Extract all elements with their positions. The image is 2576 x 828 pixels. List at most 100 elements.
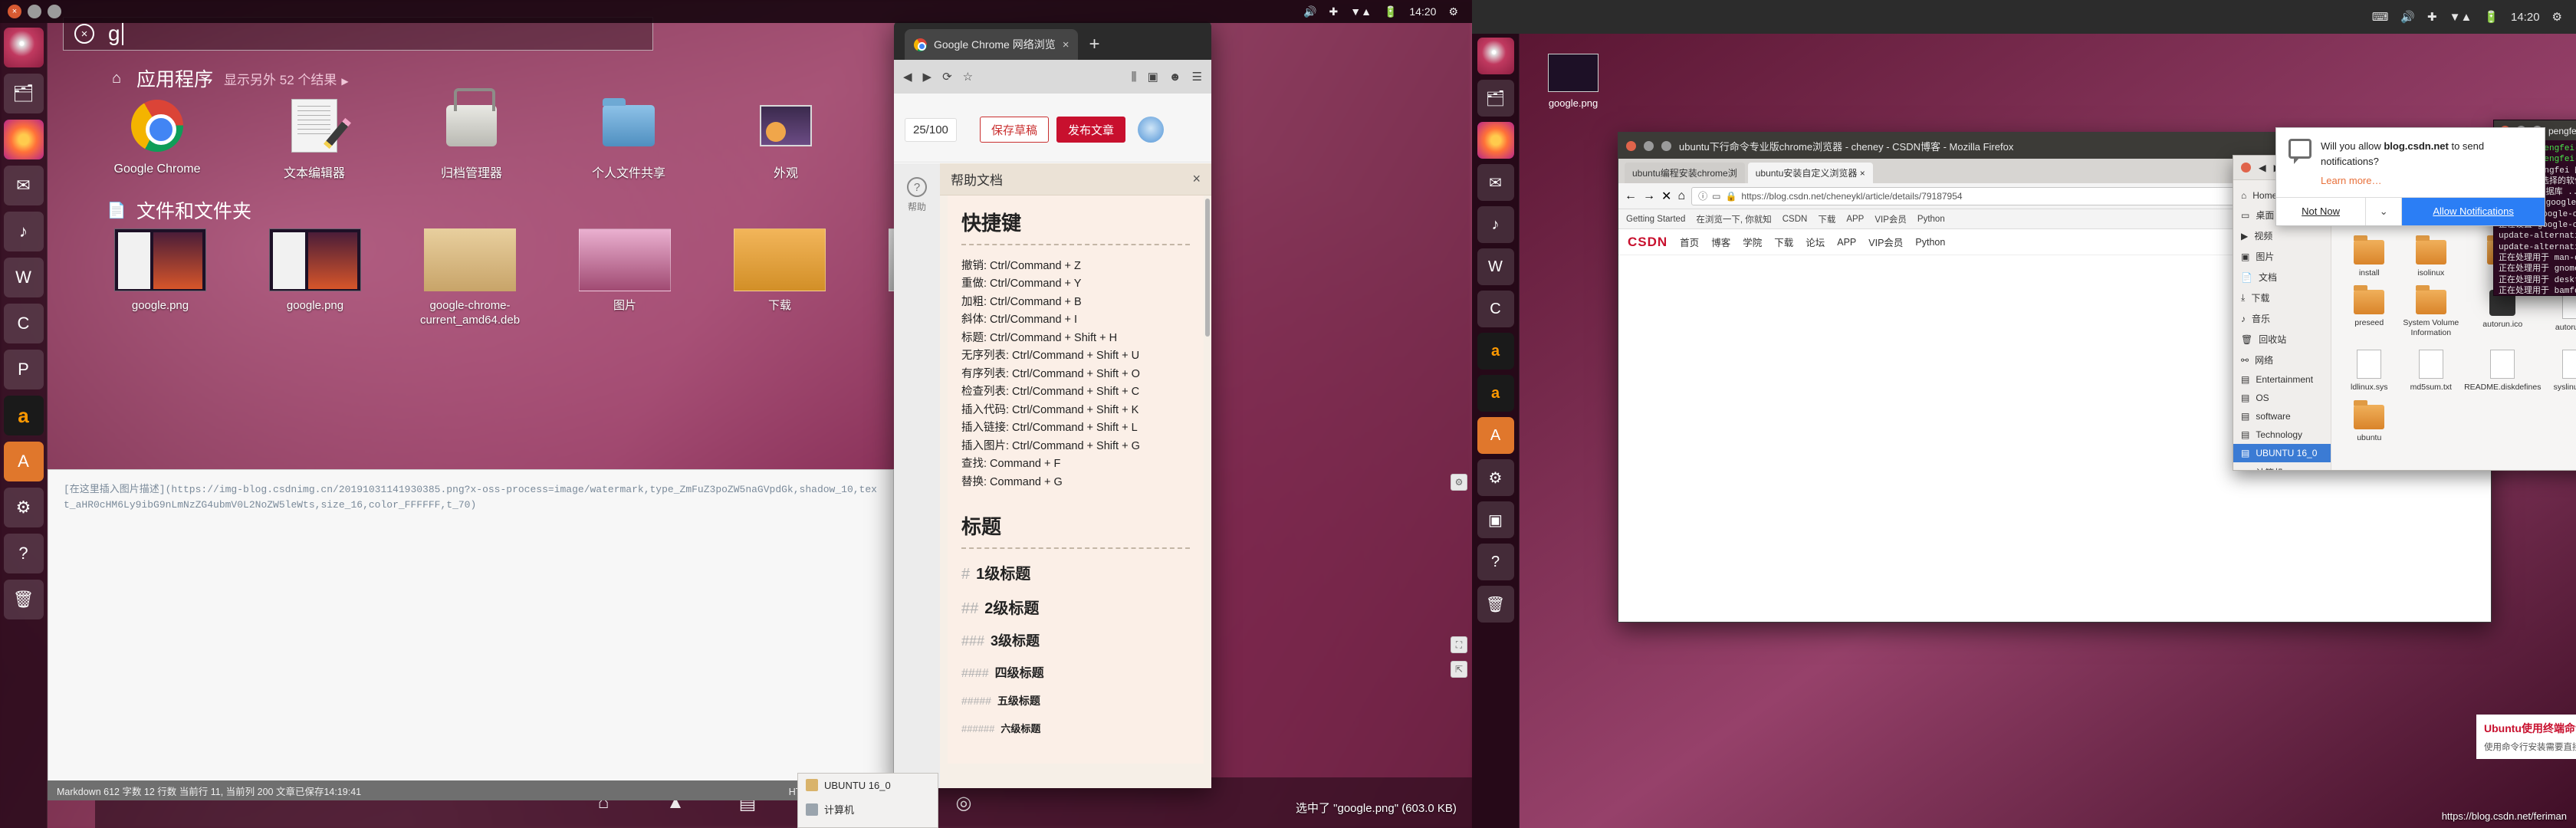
dash-file-pictures[interactable]: 图片: [572, 228, 678, 328]
launcher-amazon-icon[interactable]: a: [3, 396, 44, 435]
file-item[interactable]: isolinux: [2403, 235, 2460, 278]
clear-icon[interactable]: ×: [74, 24, 94, 44]
sidebar-item-pictures[interactable]: ▣ 图片: [2233, 246, 2331, 267]
avatar[interactable]: [1138, 117, 1164, 143]
launcher-trash-icon[interactable]: 🗑: [1477, 586, 1514, 623]
dash-app-appearance[interactable]: 外观: [736, 98, 836, 181]
file-item[interactable]: md5sum.txt: [2403, 350, 2460, 393]
close-icon[interactable]: [2241, 163, 2251, 172]
launcher-thunderbird-icon[interactable]: ✉: [3, 166, 44, 205]
launcher-files-icon[interactable]: 🗂: [3, 74, 44, 113]
minimize-icon[interactable]: [28, 5, 41, 18]
allow-notifications-button[interactable]: Allow Notifications: [2402, 198, 2545, 225]
sidebar-item-documents[interactable]: 📄 文档: [2233, 267, 2331, 288]
close-icon[interactable]: ×: [1192, 171, 1201, 187]
sidebar-item-computer[interactable]: ▣计算机: [2233, 462, 2331, 471]
csdn-nav-app[interactable]: APP: [1837, 237, 1856, 248]
launcher-software-center-icon[interactable]: A: [3, 442, 44, 481]
stop-icon[interactable]: ✕: [1661, 189, 1671, 204]
launcher-files-icon[interactable]: 🗂: [1477, 80, 1514, 117]
bluetooth-icon[interactable]: ✚: [1329, 5, 1339, 18]
sidebar-item-music[interactable]: ♪ 音乐: [2233, 308, 2331, 329]
file-item[interactable]: syslinux.cfg: [2545, 350, 2576, 393]
bookmark-csdn[interactable]: CSDN: [1783, 215, 1808, 224]
close-icon[interactable]: [1626, 140, 1636, 151]
launcher-amazon-icon[interactable]: a: [1477, 333, 1514, 370]
sidebar-item-network[interactable]: ⚯ 网络: [2233, 350, 2331, 370]
bookmark-python[interactable]: Python: [1917, 215, 1945, 224]
file-item[interactable]: ldlinux.sys: [2341, 350, 2398, 393]
file-manager-popup[interactable]: UBUNTU 16_0 计算机: [797, 773, 938, 828]
minimize-icon[interactable]: [1644, 140, 1654, 151]
close-icon[interactable]: ×: [8, 5, 21, 18]
reader-icon[interactable]: ▭: [1712, 191, 1720, 202]
launcher-trash-icon[interactable]: 🗑: [3, 580, 44, 619]
battery-icon[interactable]: 🔋: [1384, 5, 1397, 18]
save-draft-button[interactable]: 保存草稿: [980, 117, 1050, 143]
popup-item-ubuntu-usb[interactable]: UBUNTU 16_0: [798, 774, 938, 797]
not-now-button[interactable]: Not Now: [2276, 198, 2365, 225]
dash-file-google-png-2[interactable]: google.png: [262, 228, 368, 328]
back-icon[interactable]: ◀: [903, 70, 912, 84]
csdn-nav-academy[interactable]: 学院: [1743, 235, 1762, 249]
menu-icon[interactable]: ☰: [1192, 70, 1202, 84]
csdn-nav-vip[interactable]: VIP会员: [1868, 235, 1903, 249]
launcher-libreoffice-calc-icon[interactable]: C: [3, 304, 44, 343]
home-icon[interactable]: ⌂: [1677, 189, 1685, 203]
launcher-ubuntu-dash-icon[interactable]: [1477, 38, 1514, 74]
launcher-terminal-icon[interactable]: ▣: [1477, 501, 1514, 538]
launcher-software-center-icon[interactable]: A: [1477, 417, 1514, 454]
file-item[interactable]: ubuntu: [2341, 399, 2398, 443]
launcher-libreoffice-writer-icon[interactable]: W: [3, 258, 44, 297]
launcher-settings-icon[interactable]: ⚙: [1477, 459, 1514, 496]
maximize-icon[interactable]: [1661, 140, 1671, 151]
photos-lens-icon[interactable]: ◎: [951, 790, 976, 815]
publish-article-button[interactable]: 发布文章: [1056, 117, 1126, 143]
csdn-nav-python[interactable]: Python: [1915, 237, 1945, 248]
forward-icon[interactable]: ▶: [923, 70, 932, 84]
help-sidebar[interactable]: ? 帮助: [894, 163, 940, 788]
csdn-nav-home[interactable]: 首页: [1680, 235, 1699, 249]
maximize-icon[interactable]: [48, 5, 61, 18]
desktop-icon-google-png[interactable]: google.png: [1536, 54, 1610, 109]
clock-left[interactable]: 14:20: [1409, 5, 1436, 18]
bookmark-download[interactable]: 下载: [1818, 213, 1835, 225]
bookmark-browse[interactable]: 在浏览一下, 你就知: [1696, 213, 1771, 225]
popup-item-computer[interactable]: 计算机: [798, 797, 938, 822]
chevron-down-icon[interactable]: ⌄: [2365, 198, 2403, 225]
dash-app-archive-manager[interactable]: 归档管理器: [422, 88, 521, 181]
sidebar-item-trash[interactable]: 🗑 回收站: [2233, 329, 2331, 350]
page-info-icon[interactable]: ⓘ: [1698, 189, 1707, 202]
back-icon[interactable]: ◀: [2259, 162, 2266, 173]
file-item[interactable]: README.diskdefines: [2464, 350, 2541, 393]
bookmark-icon[interactable]: ☆: [963, 70, 973, 84]
dash-file-google-png-1[interactable]: google.png: [107, 228, 213, 328]
bluetooth-icon[interactable]: ✚: [2427, 10, 2437, 24]
forward-icon[interactable]: →: [1643, 189, 1655, 203]
editor-collapse-icon[interactable]: ⇱: [1451, 661, 1467, 678]
launcher-firefox-icon[interactable]: [1477, 122, 1514, 159]
network-icon[interactable]: ▼▲: [1350, 5, 1372, 18]
markdown-editor-content[interactable]: [在这里插入图片描述](https://img-blog.csdnimg.cn/…: [48, 470, 893, 525]
new-tab-button[interactable]: +: [1089, 34, 1099, 55]
dash-app-google-chrome[interactable]: Google Chrome: [107, 98, 207, 181]
network-icon[interactable]: ▼▲: [2450, 11, 2472, 24]
editor-settings-icon[interactable]: ⚙: [1451, 474, 1467, 491]
csdn-nav-download[interactable]: 下载: [1774, 235, 1793, 249]
csdn-nav-forum[interactable]: 论坛: [1806, 235, 1825, 249]
launcher-firefox-icon[interactable]: [3, 120, 44, 159]
sidebar-item-os[interactable]: ▤ OS: [2233, 389, 2331, 407]
launcher-ubuntu-dash-icon[interactable]: [3, 28, 44, 67]
editor-fullscreen-icon[interactable]: ⛶: [1451, 636, 1467, 653]
bookmark-getting-started[interactable]: Getting Started: [1626, 215, 1685, 224]
scrollbar[interactable]: [1205, 199, 1210, 337]
gear-icon[interactable]: ⚙: [1448, 5, 1458, 18]
clock-right[interactable]: 14:20: [2511, 11, 2540, 24]
markdown-editor-pane[interactable]: [在这里插入图片描述](https://img-blog.csdnimg.cn/…: [48, 469, 894, 784]
csdn-nav-blog[interactable]: 博客: [1711, 235, 1730, 249]
chrome-tab-active[interactable]: Google Chrome 网络浏览 ×: [905, 29, 1079, 60]
launcher-help-icon[interactable]: ?: [1477, 544, 1514, 580]
sidebar-item-downloads[interactable]: ⤓ 下载: [2233, 288, 2331, 308]
dash-app-personal-file-sharing[interactable]: 个人文件共享: [579, 98, 678, 181]
launcher-help-icon[interactable]: ?: [3, 534, 44, 573]
